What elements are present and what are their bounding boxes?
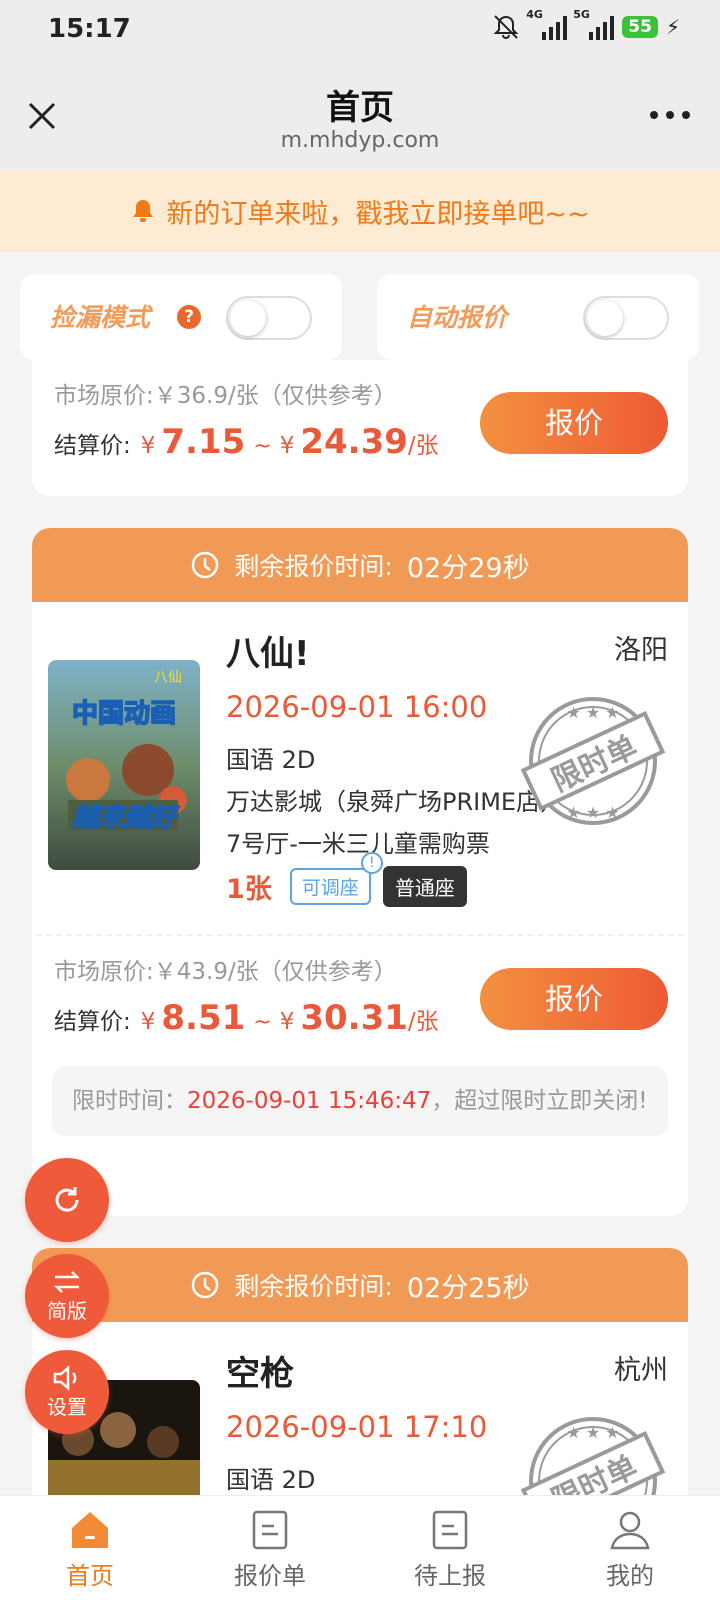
movie-title: 八仙! (226, 634, 310, 674)
nav-quotes[interactable]: 报价单 (180, 1496, 360, 1600)
help-icon[interactable]: ? (177, 305, 201, 329)
auto-quote-label: 自动报价 (407, 303, 508, 332)
price-area: 市场原价:￥43.9/张（仅供参考） 结算价: ¥8.51 ~ ¥30.31 /… (32, 936, 688, 1066)
countdown-value: 02分25秒 (406, 1272, 530, 1304)
limited-stamp-icon: 限时单 ★ ★ ★ (520, 1417, 666, 1508)
ticket-quantity: 1张 (226, 874, 272, 905)
market-price: 市场原价:￥36.9/张（仅供参考） (54, 383, 397, 409)
svg-text:★ ★ ★: ★ ★ ★ (566, 803, 619, 822)
movie-info[interactable]: 中国动画 越来越好 八仙 八仙! 洛阳 2026-09-01 16:00 国语 … (32, 602, 688, 934)
mute-bell-icon (493, 15, 519, 39)
city: 杭州 (614, 1355, 668, 1386)
title-bar: 首页 m.mhdyp.com (0, 62, 720, 170)
settle-price: 结算价: ¥8.51 ~ ¥30.31 /张 (54, 998, 439, 1038)
clock-icon (192, 551, 219, 579)
status-bar: 15:17 4G 5G 55 ⚡ (0, 0, 720, 62)
countdown-value: 02分29秒 (406, 552, 530, 584)
limit-time: 2026-09-01 15:46:47 (187, 1088, 432, 1114)
user-icon (610, 1511, 650, 1550)
svg-text:★ ★ ★: ★ ★ ★ (566, 1423, 619, 1442)
clock-icon (192, 1271, 219, 1299)
quote-button[interactable]: 报价 (480, 392, 668, 454)
svg-text:中国动画: 中国动画 (72, 699, 176, 729)
limit-section: 限时时间：2026-09-01 15:46:47，超过限时立即关闭! (32, 1066, 688, 1196)
status-icons: 4G 5G 55 ⚡ (492, 8, 680, 40)
hall-info: 7号厅-一米三儿童需购票 (226, 830, 490, 858)
document-icon (252, 1510, 288, 1550)
price-area: 市场原价:￥36.9/张（仅供参考） 结算价: ¥7.15 ~ ¥24.39 /… (32, 360, 688, 490)
info-icon[interactable]: ! (360, 852, 383, 874)
signal-5g-icon: 5G (573, 8, 615, 40)
order-card: 剩余报价时间: 02分29秒 中国动画 越来越好 八仙 八仙! 洛阳 2026-… (32, 528, 688, 1216)
refresh-button[interactable] (25, 1158, 109, 1242)
signal-4g-icon: 4G (526, 8, 568, 40)
status-time: 15:17 (48, 14, 131, 44)
nav-pending[interactable]: 待上报 (360, 1496, 540, 1600)
show-datetime: 2026-09-01 17:10 (226, 1410, 488, 1444)
city: 洛阳 (614, 635, 668, 666)
adjustable-seat-tag[interactable]: 可调座 ! (289, 852, 383, 905)
quote-button[interactable]: 报价 (480, 968, 668, 1030)
show-datetime: 2026-09-01 16:00 (226, 690, 488, 724)
language-format: 国语 2D (226, 746, 316, 774)
settle-price: 结算价: ¥7.15 ~ ¥24.39 /张 (54, 422, 439, 462)
movie-title: 空枪 (226, 1354, 294, 1394)
simple-mode-button[interactable]: 简版 (25, 1254, 109, 1338)
nav-profile[interactable]: 我的 (540, 1496, 720, 1600)
cinema-name: 万达影城（泉舜广场PRIME店） (226, 788, 565, 816)
pickup-mode-label: 捡漏模式 (50, 303, 151, 332)
auto-quote-switch[interactable] (583, 296, 669, 340)
charging-icon: ⚡ (665, 15, 680, 39)
pickup-mode-switch[interactable] (226, 296, 312, 340)
svg-text:八仙: 八仙 (154, 670, 182, 686)
speaker-icon (53, 1364, 77, 1391)
order-card: 市场原价:￥36.9/张（仅供参考） 结算价: ¥7.15 ~ ¥24.39 /… (32, 360, 688, 496)
pickup-mode-card: 捡漏模式 ? (20, 274, 342, 360)
page-url: m.mhdyp.com (280, 128, 440, 153)
more-menu-button[interactable] (650, 108, 690, 122)
svg-text:越来越好: 越来越好 (71, 803, 180, 833)
limit-time-box: 限时时间：2026-09-01 15:46:47，超过限时立即关闭! (52, 1066, 668, 1136)
countdown-header: 剩余报价时间: 02分29秒 (32, 528, 688, 602)
countdown-header: 剩余报价时间: 02分25秒 (32, 1248, 688, 1322)
home-icon (72, 1512, 108, 1548)
settings-button[interactable]: 设置 (25, 1350, 109, 1434)
bottom-nav: 首页 报价单 待上报 我的 (0, 1495, 720, 1600)
notice-text: 新的订单来啦，戳我立即接单吧~~ (166, 198, 590, 230)
new-order-notice[interactable]: 新的订单来啦，戳我立即接单吧~~ (0, 170, 720, 252)
seat-type-tag: 普通座 (382, 866, 467, 907)
bell-icon (133, 200, 154, 222)
limited-stamp-icon: 限时单 ★ ★ ★ ★ ★ ★ (520, 697, 666, 825)
market-price: 市场原价:￥43.9/张（仅供参考） (54, 959, 397, 985)
document-icon (432, 1510, 468, 1550)
refresh-icon (55, 1187, 79, 1212)
battery-indicator: 55 (622, 16, 658, 38)
movie-poster: 中国动画 越来越好 八仙 (48, 660, 200, 870)
nav-home[interactable]: 首页 (0, 1496, 180, 1600)
ticket-info: 1张 可调座 ! 普通座 (226, 852, 467, 907)
swap-icon (53, 1270, 81, 1293)
order-card: 剩余报价时间: 02分25秒 空枪 杭州 2026-09-01 17:10 国语… (32, 1248, 688, 1508)
movie-info[interactable]: 空枪 杭州 2026-09-01 17:10 国语 2D 限时单 ★ ★ ★ (32, 1322, 688, 1508)
language-format: 国语 2D (226, 1466, 316, 1494)
page-title: 首页 (326, 88, 394, 128)
svg-text:★ ★ ★: ★ ★ ★ (566, 703, 619, 722)
auto-quote-card: 自动报价 (377, 274, 699, 360)
